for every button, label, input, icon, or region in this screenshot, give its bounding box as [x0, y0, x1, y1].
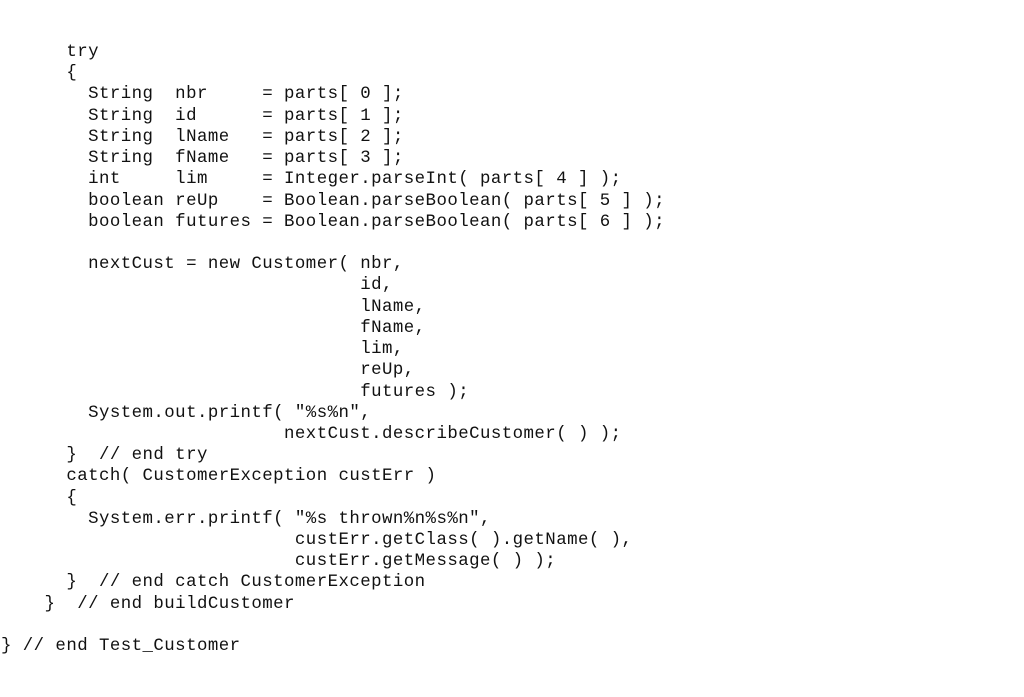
code-line-try-open-brace: {: [1, 64, 78, 84]
code-line-blank-2: [1, 615, 665, 636]
code-line-futures-decl: boolean futures = Boolean.parseBoolean( …: [1, 212, 666, 232]
code-line-catch-open-brace: {: [1, 488, 78, 508]
code-line-arg-futures: futures );: [1, 382, 470, 402]
code-line-reup-decl: boolean reUp = Boolean.parseBoolean( par…: [1, 191, 666, 211]
code-line-catch: catch( CustomerException custErr ): [1, 467, 437, 487]
code-line-arg-reup: reUp,: [1, 361, 415, 381]
code-line-new-customer: nextCust = new Customer( nbr,: [1, 255, 404, 275]
code-line-describe-customer: nextCust.describeCustomer( ) );: [1, 424, 622, 444]
code-line-lname-decl: String lName = parts[ 2 ];: [1, 127, 404, 147]
code-listing: try { String nbr = parts[ 0 ]; String id…: [1, 42, 665, 657]
code-line-arg-lname: lName,: [1, 297, 426, 317]
code-line-end-try: } // end try: [1, 446, 208, 466]
code-line-printf-out: System.out.printf( "%s%n",: [1, 403, 372, 423]
code-line-arg-lim: lim,: [1, 340, 404, 360]
code-line-arg-fname: fName,: [1, 318, 426, 338]
code-line-lim-decl: int lim = Integer.parseInt( parts[ 4 ] )…: [1, 170, 622, 190]
code-line-end-catch: } // end catch CustomerException: [1, 573, 426, 593]
code-line-arg-id: id,: [1, 276, 393, 296]
code-line-get-message: custErr.getMessage( ) );: [1, 552, 557, 572]
code-line-fname-decl: String fName = parts[ 3 ];: [1, 149, 404, 169]
code-line-end-build-customer: } // end buildCustomer: [1, 594, 295, 614]
code-line-try: try: [1, 43, 99, 62]
code-line-printf-err: System.err.printf( "%s thrown%n%s%n",: [1, 509, 491, 529]
code-line-id-decl: String id = parts[ 1 ];: [1, 106, 404, 126]
code-line-get-class-name: custErr.getClass( ).getName( ),: [1, 531, 633, 551]
code-line-end-test-customer: } // end Test_Customer: [1, 637, 241, 657]
code-line-nbr-decl: String nbr = parts[ 0 ];: [1, 85, 404, 105]
